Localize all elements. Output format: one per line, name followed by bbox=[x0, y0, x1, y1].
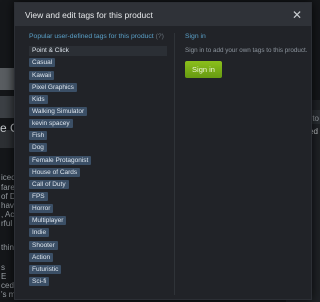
tag-link[interactable]: Casual bbox=[29, 58, 56, 68]
background-text: s bbox=[1, 263, 5, 272]
tag-row: Horror bbox=[29, 204, 167, 214]
tag-row: Futuristic bbox=[29, 264, 167, 274]
tag-link[interactable]: Call of Duty bbox=[29, 179, 69, 189]
tag-link[interactable]: Action bbox=[29, 252, 54, 262]
tag-row: Pixel Graphics bbox=[29, 82, 167, 92]
popular-tags-label: Popular user-defined tags for this produ… bbox=[29, 33, 169, 42]
tag-row: Kawaii bbox=[29, 70, 167, 80]
popular-tags-section: Popular user-defined tags for this produ… bbox=[29, 33, 169, 289]
column-divider bbox=[174, 33, 175, 295]
tag-link[interactable]: Indie bbox=[29, 228, 50, 238]
tag-row: Shooter bbox=[29, 240, 167, 250]
tag-list: Point & Click Casual Kawaii Pixel Graphics K… bbox=[29, 45, 169, 287]
tag-row: House of Cards bbox=[29, 167, 167, 177]
signin-label: Sign in bbox=[185, 33, 206, 40]
tag-row: Dog bbox=[29, 143, 167, 153]
tag-row: kevin spacey bbox=[29, 119, 167, 129]
tag-row: Female Protagonist bbox=[29, 155, 167, 165]
background-text: E bbox=[1, 272, 7, 281]
modal-title: View and edit tags for this product bbox=[25, 9, 153, 20]
tag-link[interactable]: Kawaii bbox=[29, 70, 55, 80]
tag-link[interactable]: Futuristic bbox=[29, 264, 62, 274]
tag-row: Point & Click bbox=[29, 45, 167, 56]
tag-row: Walking Simulator bbox=[29, 107, 167, 117]
tag-link[interactable]: Walking Simulator bbox=[29, 107, 88, 117]
signin-description: Sign in to add your own tags to this pro… bbox=[185, 46, 308, 54]
tag-link[interactable]: kevin spacey bbox=[29, 119, 73, 129]
tag-row: Casual bbox=[29, 58, 167, 68]
tag-link[interactable]: Shooter bbox=[29, 240, 58, 250]
tag-link[interactable]: Female Protagonist bbox=[29, 155, 92, 165]
signin-section: Sign in Sign in to add your own tags to … bbox=[185, 33, 308, 78]
tag-link[interactable]: Multiplayer bbox=[29, 216, 67, 226]
close-icon[interactable]: ✕ bbox=[292, 9, 302, 21]
tag-link[interactable]: FPS bbox=[29, 192, 48, 202]
tag-link[interactable]: Horror bbox=[29, 204, 54, 214]
tag-row: Sci-fi bbox=[29, 276, 167, 287]
tag-row: Multiplayer bbox=[29, 216, 167, 226]
tag-row: Action bbox=[29, 252, 167, 262]
tag-link[interactable]: Sci-fi bbox=[29, 277, 50, 287]
tag-row: Call of Duty bbox=[29, 179, 167, 189]
tags-modal: View and edit tags for this product ✕ Po… bbox=[14, 2, 312, 300]
tag-link[interactable]: Fish bbox=[29, 131, 48, 141]
tag-link[interactable]: Pixel Graphics bbox=[29, 82, 77, 92]
tag-row: Indie bbox=[29, 228, 167, 238]
tag-help-link[interactable]: (?) bbox=[156, 33, 164, 40]
tag-row: Fish bbox=[29, 131, 167, 141]
modal-header: View and edit tags for this product ✕ bbox=[15, 3, 311, 26]
tag-row: Kids bbox=[29, 94, 167, 104]
tag-link[interactable]: House of Cards bbox=[29, 167, 81, 177]
tag-link[interactable]: Dog bbox=[29, 143, 47, 153]
signin-button[interactable]: Sign in bbox=[185, 60, 222, 78]
tag-row: FPS bbox=[29, 191, 167, 202]
popular-tags-label-text: Popular user-defined tags for this produ… bbox=[29, 33, 154, 40]
tag-link[interactable]: Kids bbox=[29, 94, 48, 104]
tag-link[interactable]: Point & Click bbox=[29, 46, 72, 55]
